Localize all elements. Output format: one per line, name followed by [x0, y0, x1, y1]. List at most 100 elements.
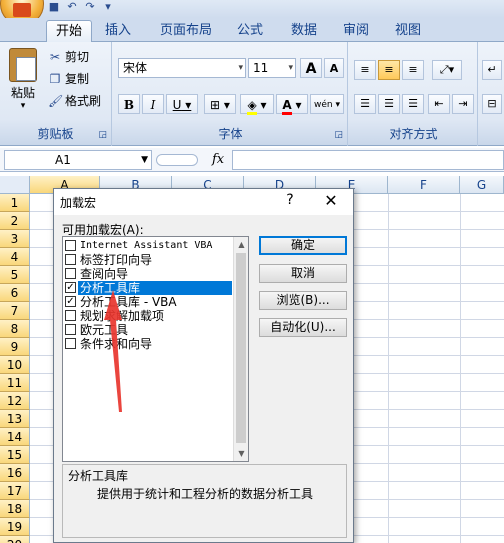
- addin-list-item[interactable]: 查阅向导: [63, 267, 235, 281]
- dropdown-icon[interactable]: ▾: [102, 1, 114, 13]
- scroll-thumb[interactable]: [236, 253, 246, 443]
- insert-function-icon[interactable]: fx: [212, 152, 224, 167]
- addin-list-item[interactable]: 欧元工具: [63, 323, 235, 337]
- bold-button[interactable]: B: [118, 94, 140, 114]
- increase-indent-button[interactable]: ⇥: [452, 94, 474, 114]
- font-group-label: 字体: [218, 127, 243, 141]
- listbox-scrollbar[interactable]: ▲ ▼: [233, 237, 248, 461]
- shrink-font-button[interactable]: A: [324, 58, 344, 78]
- row-header-8[interactable]: 8: [0, 320, 30, 338]
- borders-button[interactable]: ⊞ ▾: [204, 94, 236, 114]
- addin-checkbox[interactable]: [65, 254, 76, 265]
- tab-page-layout[interactable]: 页面布局: [150, 20, 222, 42]
- addin-checkbox[interactable]: [65, 324, 76, 335]
- row-header-15[interactable]: 15: [0, 446, 30, 464]
- orientation-button[interactable]: ⤢▾: [432, 60, 462, 80]
- undo-icon[interactable]: ↶: [66, 1, 78, 13]
- addin-checkbox[interactable]: [65, 268, 76, 279]
- row-header-19[interactable]: 19: [0, 518, 30, 536]
- scroll-up-icon[interactable]: ▲: [234, 237, 248, 252]
- addin-checkbox[interactable]: [65, 240, 76, 251]
- tab-view[interactable]: 视图: [386, 20, 430, 42]
- copy-button[interactable]: ❐ 复制: [48, 70, 89, 88]
- row-header-7[interactable]: 7: [0, 302, 30, 320]
- dialog-launcher-icon[interactable]: ◲: [334, 130, 343, 140]
- row-header-1[interactable]: 1: [0, 194, 30, 212]
- addin-list-item[interactable]: 规划求解加载项: [63, 309, 235, 323]
- cut-button[interactable]: ✂ 剪切: [48, 48, 89, 66]
- ok-button[interactable]: 确定: [259, 236, 347, 255]
- row-header-14[interactable]: 14: [0, 428, 30, 446]
- row-header-11[interactable]: 11: [0, 374, 30, 392]
- help-icon[interactable]: ?: [282, 192, 298, 208]
- decrease-indent-button[interactable]: ⇤: [428, 94, 450, 114]
- addin-checkbox[interactable]: ✓: [65, 296, 76, 307]
- font-color-button[interactable]: A ▾: [276, 94, 308, 115]
- tab-home[interactable]: 开始: [46, 20, 92, 42]
- dialog-titlebar[interactable]: 加载宏 ? ✕: [54, 189, 353, 215]
- font-name-combo[interactable]: 宋体 ▾: [118, 58, 246, 78]
- row-header-17[interactable]: 17: [0, 482, 30, 500]
- align-middle-button[interactable]: ≡: [378, 60, 400, 80]
- addin-list-item[interactable]: ✓ 分析工具库 - VBA: [63, 295, 235, 309]
- save-icon[interactable]: ■: [48, 1, 60, 13]
- select-all-corner[interactable]: [0, 176, 30, 194]
- row-header-2[interactable]: 2: [0, 212, 30, 230]
- phonetic-button[interactable]: wén ▾: [310, 94, 344, 114]
- tab-formulas[interactable]: 公式: [228, 20, 272, 42]
- wrap-text-button[interactable]: ↵: [482, 60, 502, 80]
- align-center-button[interactable]: ☰: [378, 94, 400, 114]
- align-bottom-button[interactable]: ≡: [402, 60, 424, 80]
- row-header-3[interactable]: 3: [0, 230, 30, 248]
- font-group: 宋体 ▾ 11 ▾ A A B I U ▾ ⊞ ▾ ◈ ▾ A ▾ wén ▾ 字体…: [114, 42, 348, 146]
- addin-list-item[interactable]: ✓ 分析工具库: [63, 281, 235, 295]
- addin-label: 规划求解加载项: [80, 309, 165, 323]
- addin-checkbox[interactable]: [65, 310, 76, 321]
- italic-button[interactable]: I: [142, 94, 164, 114]
- scroll-down-icon[interactable]: ▼: [234, 446, 248, 461]
- addins-listbox[interactable]: ▲ ▼ Internet Assistant VBA 标签打印向导 查阅向导 ✓ 分析工…: [62, 236, 249, 462]
- name-box[interactable]: A1 ▼: [4, 150, 152, 170]
- cancel-button[interactable]: 取消: [259, 264, 347, 283]
- align-left-button[interactable]: ☰: [354, 94, 376, 114]
- font-size-combo[interactable]: 11 ▾: [248, 58, 296, 78]
- column-header-g[interactable]: G: [460, 176, 504, 194]
- tab-review[interactable]: 审阅: [334, 20, 378, 42]
- row-header-5[interactable]: 5: [0, 266, 30, 284]
- tab-data[interactable]: 数据: [282, 20, 326, 42]
- row-header-12[interactable]: 12: [0, 392, 30, 410]
- redo-icon[interactable]: ↷: [84, 1, 96, 13]
- dialog-launcher-icon[interactable]: ◲: [98, 130, 107, 140]
- row-header-9[interactable]: 9: [0, 338, 30, 356]
- paste-button[interactable]: 粘贴 ▾: [6, 48, 40, 111]
- row-header-13[interactable]: 13: [0, 410, 30, 428]
- font-size-value: 11: [253, 61, 269, 75]
- align-right-button[interactable]: ☰: [402, 94, 424, 114]
- close-icon[interactable]: ✕: [322, 191, 340, 210]
- automation-button[interactable]: 自动化(U)...: [259, 318, 347, 337]
- tab-insert[interactable]: 插入: [96, 20, 140, 42]
- description-body: 提供用于统计和工程分析的数据分析工具: [97, 487, 314, 501]
- underline-button[interactable]: U ▾: [166, 94, 198, 114]
- align-top-button[interactable]: ≡: [354, 60, 376, 80]
- addin-list-item[interactable]: 条件求和向导: [63, 337, 235, 351]
- grow-font-button[interactable]: A: [300, 58, 322, 78]
- row-header-16[interactable]: 16: [0, 464, 30, 482]
- font-name-value: 宋体: [123, 61, 148, 75]
- addin-list-item[interactable]: 标签打印向导: [63, 253, 235, 267]
- row-header-20[interactable]: 20: [0, 536, 30, 543]
- addin-checkbox[interactable]: ✓: [65, 282, 76, 293]
- fill-color-button[interactable]: ◈ ▾: [240, 94, 274, 115]
- addin-checkbox[interactable]: [65, 338, 76, 349]
- addin-list-item[interactable]: Internet Assistant VBA: [63, 239, 235, 253]
- formula-bar-splitter[interactable]: [156, 154, 198, 166]
- formula-input[interactable]: [232, 150, 504, 170]
- row-header-4[interactable]: 4: [0, 248, 30, 266]
- column-header-f[interactable]: F: [388, 176, 460, 194]
- merge-button[interactable]: ⊟: [482, 94, 502, 114]
- format-painter-button[interactable]: 🖌 格式刷: [48, 92, 101, 110]
- browse-button[interactable]: 浏览(B)...: [259, 291, 347, 310]
- row-header-18[interactable]: 18: [0, 500, 30, 518]
- row-header-10[interactable]: 10: [0, 356, 30, 374]
- row-header-6[interactable]: 6: [0, 284, 30, 302]
